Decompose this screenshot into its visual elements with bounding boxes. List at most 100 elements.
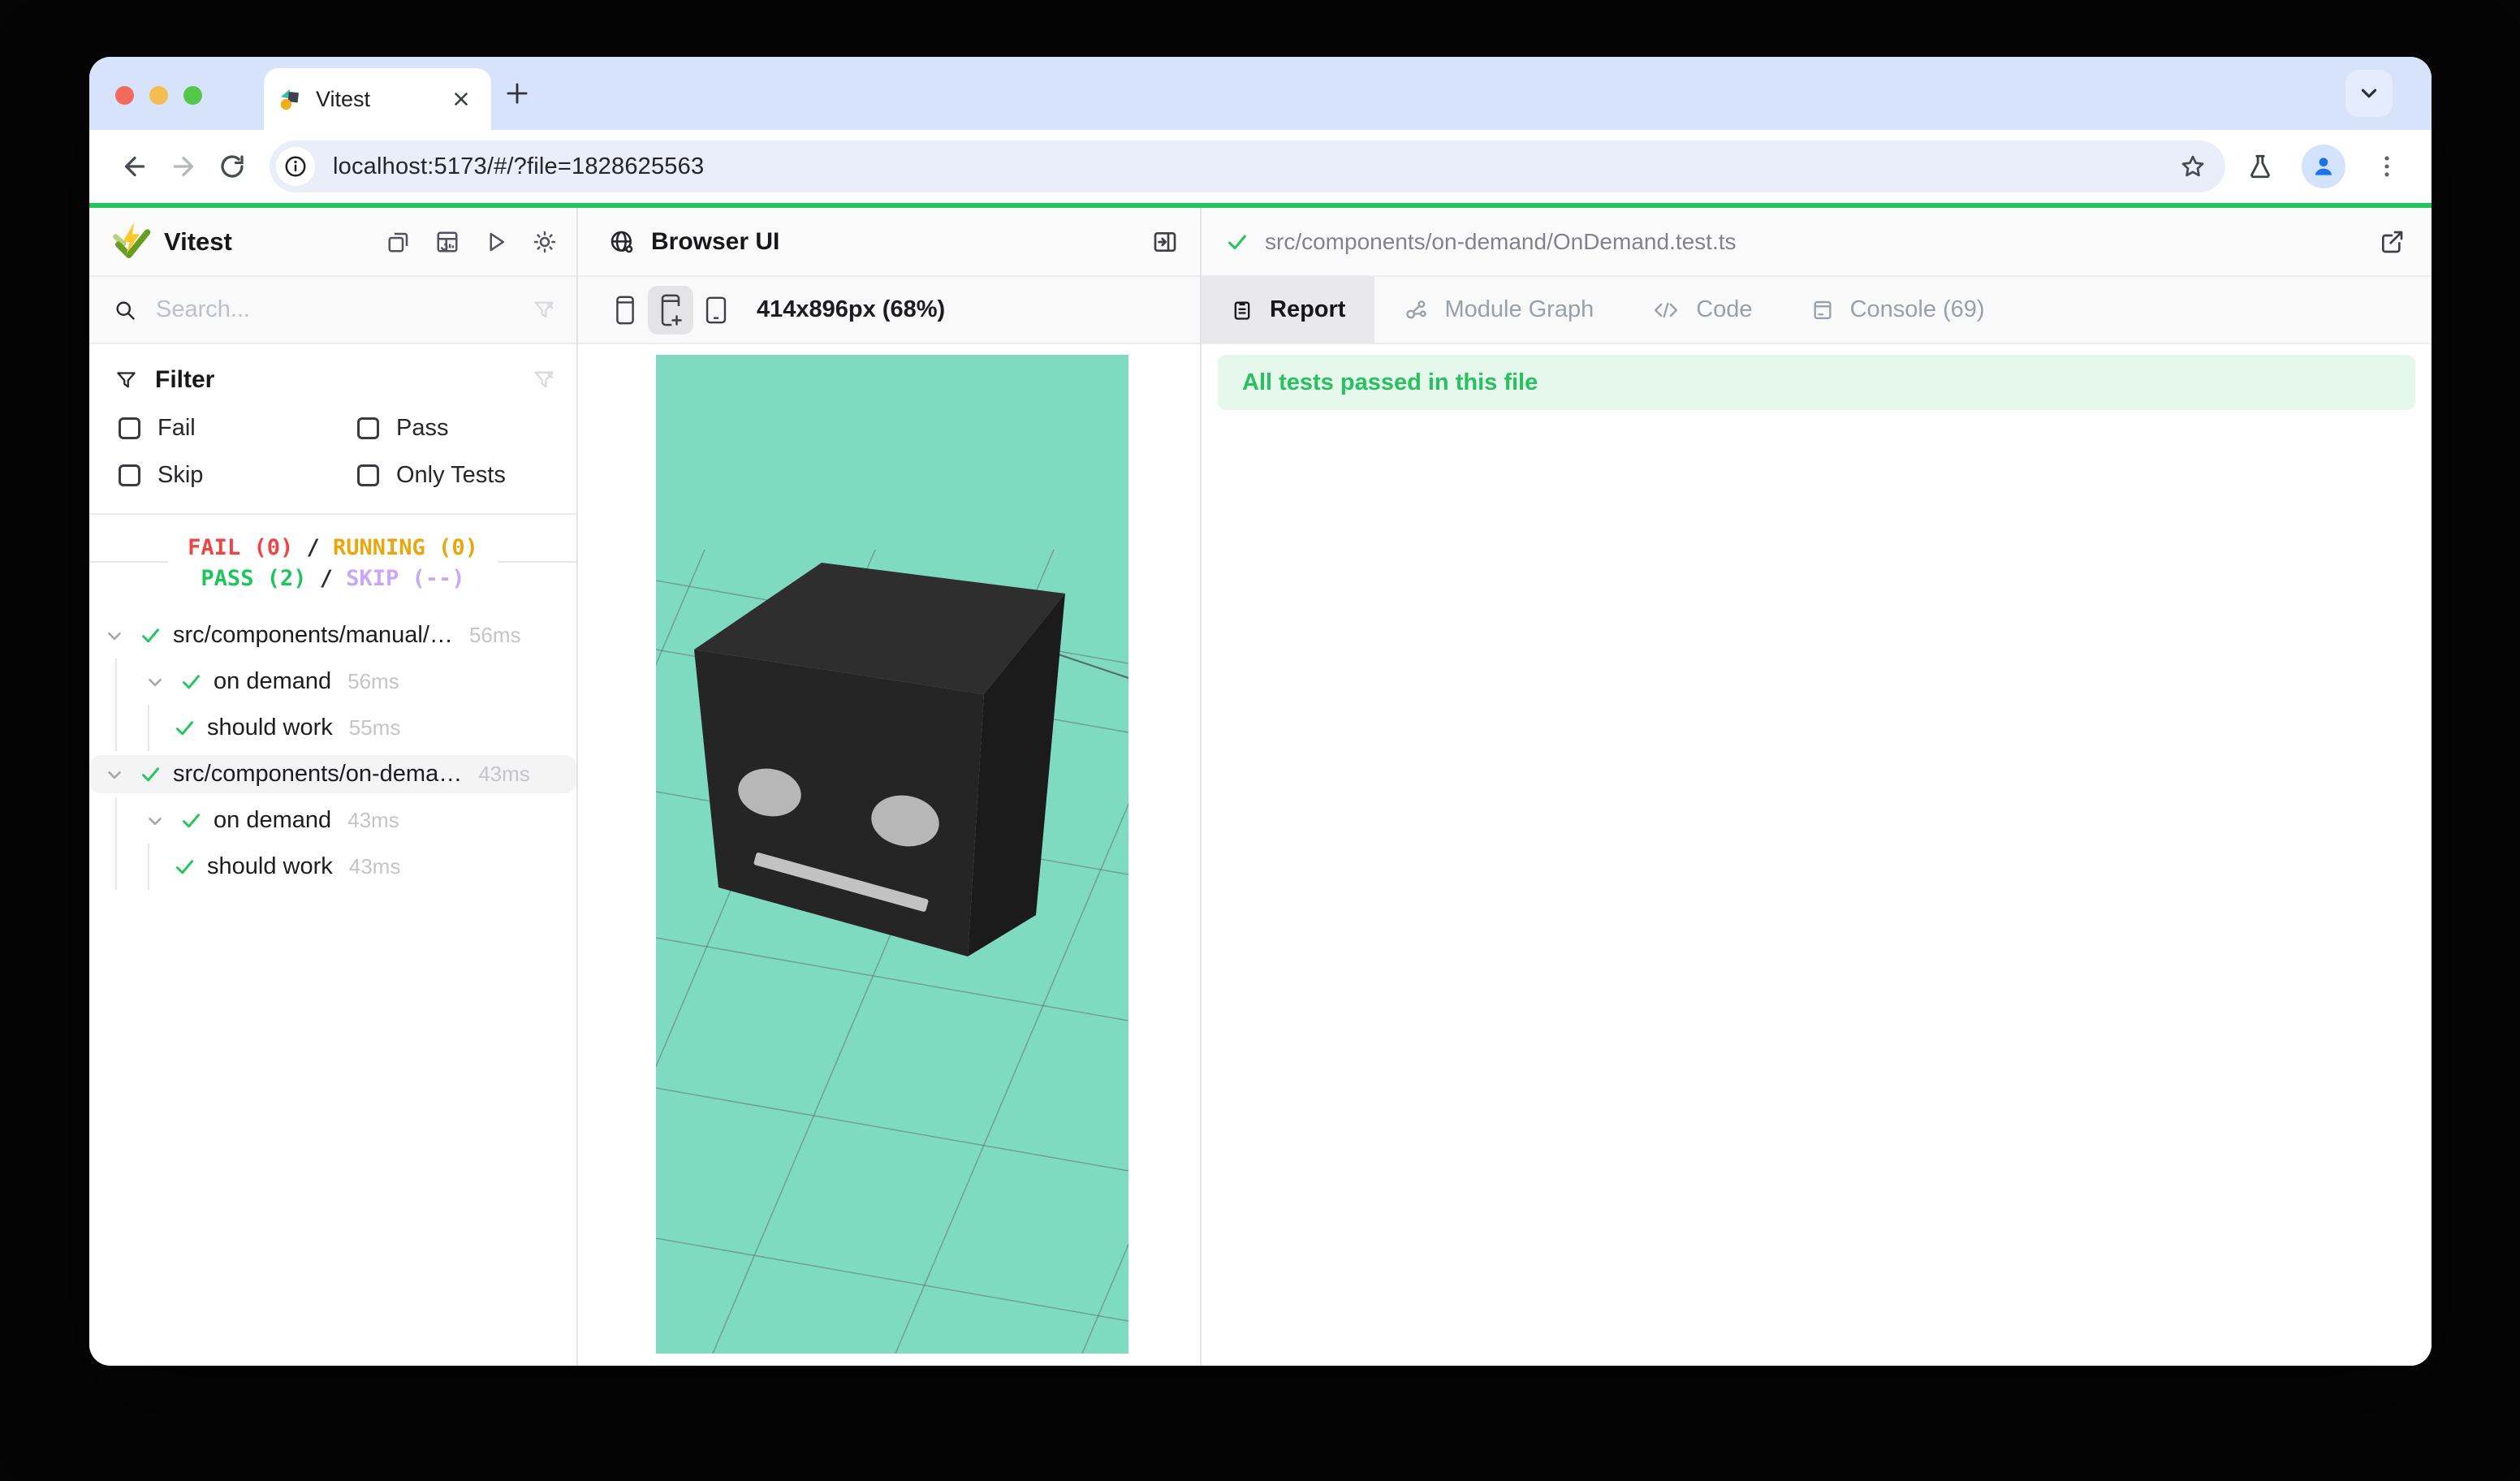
- run-summary: FAIL (0) / RUNNING (0) PASS (2) / SKIP (…: [89, 515, 576, 607]
- device-tablet-icon[interactable]: [693, 286, 739, 335]
- profile-avatar[interactable]: [2302, 145, 2345, 188]
- summary-line-1: FAIL (0) / RUNNING (0): [188, 533, 478, 563]
- clear-filters-icon[interactable]: [533, 369, 555, 391]
- forward-icon[interactable]: [159, 142, 208, 191]
- filter-panel: Filter Fail Pass: [89, 344, 576, 515]
- pass-check-icon: [140, 624, 162, 646]
- summary-line-2: PASS (2) / SKIP (--): [188, 563, 478, 594]
- test-browser-iframe[interactable]: [656, 355, 1128, 1354]
- vitest-favicon: [278, 87, 303, 111]
- chevron-down-icon[interactable]: [145, 810, 166, 831]
- run-all-icon[interactable]: [481, 227, 511, 257]
- filter-title: Filter: [155, 366, 533, 394]
- checkbox[interactable]: [357, 464, 379, 486]
- test-tree-row[interactable]: src/components/on-dema… 43ms: [89, 751, 576, 797]
- test-tree-row[interactable]: on demand 56ms: [89, 658, 576, 705]
- experiments-flask-icon[interactable]: [2246, 153, 2274, 180]
- chevron-down-icon[interactable]: [104, 625, 125, 646]
- indent-guide: [115, 705, 117, 751]
- indent-guide: [148, 844, 149, 890]
- desktop-background: Vitest: [0, 0, 2520, 1481]
- tab-module-graph[interactable]: Module Graph: [1374, 276, 1623, 343]
- minimize-window-button[interactable]: [149, 86, 168, 105]
- preview-body: [578, 344, 1200, 1366]
- url-bar[interactable]: localhost:5173/#/?file=1828625563: [270, 140, 2225, 192]
- pass-check-icon: [174, 856, 196, 878]
- filter-checkbox-only-tests[interactable]: Only Tests: [357, 451, 576, 499]
- pass-check-icon: [180, 810, 202, 831]
- maximize-window-button[interactable]: [183, 86, 202, 105]
- filter-checkbox-skip[interactable]: Skip: [119, 451, 357, 499]
- test-sidebar: Vitest: [89, 208, 578, 1366]
- test-duration: 43ms: [347, 808, 399, 833]
- device-phone-small-icon[interactable]: [602, 286, 648, 335]
- reload-icon[interactable]: [208, 142, 257, 191]
- checkbox[interactable]: [119, 417, 140, 439]
- vitest-ui: Vitest: [89, 208, 2432, 1366]
- test-tree-row[interactable]: src/components/manual/… 56ms: [89, 612, 576, 658]
- test-tree-row[interactable]: should work 55ms: [89, 705, 576, 751]
- sidebar-header: Vitest: [89, 208, 576, 277]
- window-controls: [115, 86, 202, 105]
- report-tabs: Report Module Graph Code Console (69): [1202, 277, 2432, 344]
- bookmark-star-icon[interactable]: [2168, 142, 2217, 191]
- theme-toggle-sun-icon[interactable]: [529, 227, 560, 257]
- indent-guide: [115, 844, 117, 890]
- search-row: [89, 277, 576, 344]
- all-tests-passed-banner: All tests passed in this file: [1218, 355, 2415, 410]
- tab-title: Vitest: [316, 87, 446, 112]
- filter-checkbox-fail[interactable]: Fail: [119, 404, 357, 451]
- dock-panel-right-icon[interactable]: [1150, 227, 1180, 257]
- tab-report[interactable]: Report: [1202, 276, 1374, 343]
- new-tab-button[interactable]: [502, 78, 533, 109]
- report-header: src/components/on-demand/OnDemand.test.t…: [1202, 208, 2432, 277]
- test-tree: src/components/manual/… 56ms on demand 5…: [89, 607, 576, 890]
- site-info-icon[interactable]: [276, 147, 315, 186]
- browser-tab[interactable]: Vitest: [264, 68, 491, 130]
- filter-options: Fail Pass Skip Only Tests: [89, 404, 576, 499]
- test-tree-row[interactable]: should work 43ms: [89, 844, 576, 890]
- checkbox[interactable]: [119, 464, 140, 486]
- chevron-down-icon[interactable]: [104, 764, 125, 785]
- toolbar-actions: [2246, 145, 2410, 188]
- indent-guide: [115, 658, 117, 705]
- filter-checkbox-pass[interactable]: Pass: [357, 404, 576, 451]
- url-text[interactable]: localhost:5173/#/?file=1828625563: [333, 153, 2168, 180]
- test-label: src/components/on-dema…: [173, 761, 462, 788]
- pass-check-icon: [1226, 231, 1249, 253]
- dashboard-icon[interactable]: [432, 227, 463, 257]
- tab-code[interactable]: Code: [1623, 276, 1781, 343]
- tab-search-chevron-button[interactable]: [2345, 70, 2393, 117]
- back-icon[interactable]: [110, 142, 159, 191]
- open-external-icon[interactable]: [2376, 227, 2407, 257]
- skip-count: SKIP (--): [346, 566, 464, 591]
- browser-toolbar: localhost:5173/#/?file=1828625563: [89, 130, 2432, 203]
- device-phone-custom-icon[interactable]: [648, 286, 693, 335]
- indent-guide: [148, 705, 149, 751]
- test-duration: 55ms: [349, 715, 401, 740]
- test-label: src/components/manual/…: [173, 622, 453, 649]
- indent-guide: [115, 797, 117, 844]
- globe-icon: [609, 229, 635, 255]
- viewport-toolbar: 414x896px (68%): [578, 277, 1200, 344]
- browser-menu-icon[interactable]: [2373, 153, 2401, 180]
- clear-search-filter-icon[interactable]: [533, 299, 555, 322]
- test-duration: 56ms: [347, 669, 399, 694]
- checkbox[interactable]: [357, 417, 379, 439]
- viewport-size-label[interactable]: 414x896px (68%): [757, 296, 945, 323]
- funnel-icon: [115, 369, 137, 391]
- tab-close-icon[interactable]: [446, 89, 477, 110]
- browser-tab-strip: Vitest: [89, 57, 2432, 130]
- tab-console[interactable]: Console (69): [1782, 276, 2014, 343]
- collapse-tests-icon[interactable]: [383, 227, 414, 257]
- test-label: on demand: [214, 668, 331, 695]
- filter-title-row: Filter: [89, 356, 576, 404]
- test-tree-row[interactable]: on demand 43ms: [89, 797, 576, 844]
- test-duration: 43ms: [478, 762, 530, 787]
- close-window-button[interactable]: [115, 86, 134, 105]
- chevron-down-icon[interactable]: [145, 671, 166, 693]
- app-title: Vitest: [164, 227, 383, 257]
- vitest-logo-icon: [110, 221, 153, 263]
- search-input[interactable]: [156, 296, 533, 323]
- fail-count: FAIL (0): [188, 535, 293, 560]
